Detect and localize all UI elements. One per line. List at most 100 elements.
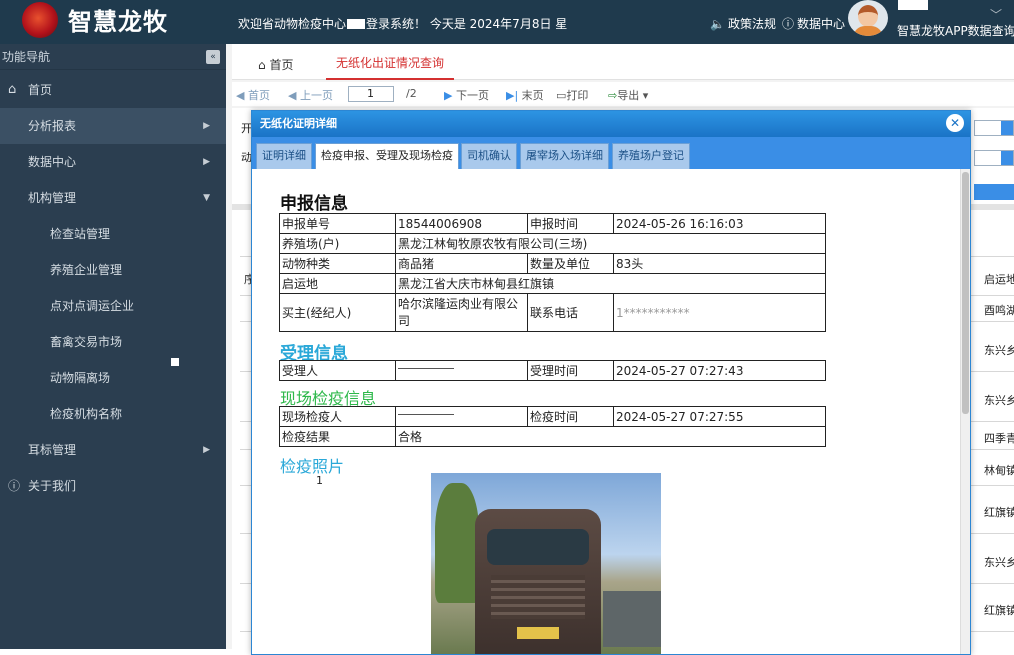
species-value: 商品猪 bbox=[395, 253, 528, 274]
report-no-value: 18544006908 bbox=[395, 213, 528, 234]
sidebar-item-data-center[interactable]: 数据中心 ▶ bbox=[0, 144, 226, 180]
filter-select-2[interactable] bbox=[974, 150, 1014, 166]
inspector-label: 现场检疫人 bbox=[279, 406, 396, 427]
photo-heading: 检疫照片 bbox=[280, 457, 345, 476]
search-button[interactable] bbox=[974, 184, 1014, 200]
nav-policy[interactable]: 🔈 政策法规 bbox=[710, 15, 776, 32]
report-no-label: 申报单号 bbox=[279, 213, 396, 234]
sidebar-item-analysis[interactable]: 分析报表 ▶ bbox=[0, 108, 226, 144]
redacted-name bbox=[398, 363, 454, 375]
welcome-message: 欢迎省动物检疫中心 登录系统！ 今天是 2024年7月8日 星 bbox=[238, 15, 567, 32]
origin-value: 黑龙江省大庆市林甸县红旗镇 bbox=[395, 273, 826, 294]
pagination-toolbar: ◀ 首页 ◀ 上一页 1 /2 ▶ 下一页 ▶| 末页 ▭打印 ⇨导出 ▾ bbox=[232, 82, 1014, 106]
tab-paperless-query[interactable]: 无纸化出证情况查询 bbox=[326, 44, 454, 80]
tab-slaughterhouse-entry[interactable]: 屠宰场入场详细 bbox=[520, 143, 609, 169]
origin-cell: 红旗镇先 bbox=[984, 506, 1014, 519]
sidebar-item-ear-tag[interactable]: 耳标管理 ▶ bbox=[0, 432, 226, 468]
printer-icon: ▭ bbox=[556, 89, 567, 102]
sidebar-item-p2p-enterprise[interactable]: 点对点调运企业 bbox=[0, 288, 226, 324]
field-quarantine-table: 现场检疫人 检疫时间 2024-05-27 07:27:55 检疫结果 合格 bbox=[279, 406, 826, 447]
sidebar-item-label: 畜禽交易市场 bbox=[50, 335, 123, 349]
dialog-tab-bar: 证明详细 检疫申报、受理及现场检疫 司机确认 屠宰场入场详细 养殖场户登记 bbox=[252, 137, 970, 169]
sidebar-item-label: 检疫机构名称 bbox=[50, 407, 123, 421]
farm-label: 养殖场(户) bbox=[279, 233, 396, 254]
origin-cell: 酉鸣湖镇 bbox=[984, 304, 1014, 317]
nav-data-center[interactable]: ⓘ 数据中心 bbox=[782, 15, 845, 32]
quantity-value: 83头 bbox=[613, 253, 826, 274]
last-page-button[interactable]: ▶| 末页 bbox=[506, 87, 544, 103]
chevron-right-icon: ▶ bbox=[203, 445, 210, 455]
next-page-button[interactable]: ▶ 下一页 bbox=[444, 87, 489, 103]
user-avatar[interactable] bbox=[848, 0, 888, 36]
origin-label: 启运地 bbox=[279, 273, 396, 294]
tab-certificate-detail[interactable]: 证明详细 bbox=[256, 143, 312, 169]
sidebar-item-label: 动物隔离场 bbox=[50, 371, 111, 385]
logo-icon bbox=[22, 2, 58, 38]
origin-cell: 东兴乡新 bbox=[984, 556, 1014, 569]
sidebar-item-label: 点对点调运企业 bbox=[50, 299, 135, 313]
mouse-cursor bbox=[171, 358, 179, 366]
chevron-down-icon: ▼ bbox=[203, 193, 210, 203]
prev-page-button[interactable]: ◀ 上一页 bbox=[288, 87, 333, 103]
app-data-query-link[interactable]: 智慧龙牧APP数据查询 bbox=[897, 22, 1014, 39]
sidebar-item-label: 耳标管理 bbox=[28, 443, 77, 457]
table-row: 检疫结果 合格 bbox=[279, 426, 826, 447]
result-value: 合格 bbox=[395, 426, 826, 447]
top-bar: 智慧龙牧 欢迎省动物检疫中心 登录系统！ 今天是 2024年7月8日 星 🔈 政策法… bbox=[0, 0, 1014, 44]
tab-home[interactable]: ⌂ 首页 bbox=[258, 56, 293, 73]
origin-cell: 林甸镇巨 bbox=[984, 464, 1014, 477]
report-heading: 申报信息 bbox=[280, 194, 348, 214]
origin-cell: 四季青镇 bbox=[984, 432, 1014, 445]
farm-value: 黑龙江林甸牧原农牧有限公司(三场) bbox=[395, 233, 826, 254]
tab-farm-registration[interactable]: 养殖场户登记 bbox=[612, 143, 690, 169]
sidebar-item-home[interactable]: ⌂ 首页 bbox=[0, 72, 226, 108]
home-icon: ⌂ bbox=[258, 58, 270, 72]
sidebar-item-isolation-site[interactable]: 动物隔离场 bbox=[0, 360, 226, 396]
buyer-label: 买主(经纪人) bbox=[279, 293, 396, 332]
tab-quarantine-report[interactable]: 检疫申报、受理及现场检疫 bbox=[315, 143, 459, 169]
table-row: 受理人 受理时间 2024-05-27 07:27:43 bbox=[279, 360, 826, 381]
dialog-scrollbar[interactable] bbox=[960, 169, 970, 654]
redacted-username bbox=[898, 0, 928, 10]
inspect-time-value: 2024-05-27 07:27:55 bbox=[613, 406, 826, 427]
last-page-label: 末页 bbox=[521, 89, 544, 102]
export-button[interactable]: ⇨导出 ▾ bbox=[608, 87, 648, 103]
sidebar-item-checkpoint[interactable]: 检查站管理 bbox=[0, 216, 226, 252]
close-icon[interactable]: ✕ bbox=[946, 114, 964, 132]
sidebar-item-livestock-market[interactable]: 畜禽交易市场 bbox=[0, 324, 226, 360]
table-row: 现场检疫人 检疫时间 2024-05-27 07:27:55 bbox=[279, 406, 826, 427]
sidebar-item-farm-enterprise[interactable]: 养殖企业管理 bbox=[0, 252, 226, 288]
tab-home-label: 首页 bbox=[269, 58, 294, 72]
certificate-detail-dialog: 无纸化证明详细 ✕ 证明详细 检疫申报、受理及现场检疫 司机确认 屠宰场入场详细… bbox=[251, 110, 971, 655]
quantity-label: 数量及单位 bbox=[527, 253, 614, 274]
sidebar-item-label: 关于我们 bbox=[28, 479, 77, 493]
first-page-button[interactable]: ◀ 首页 bbox=[236, 87, 270, 103]
chevron-down-icon[interactable]: ﹀ bbox=[990, 6, 1002, 23]
dialog-body: 申报信息 申报单号 18544006908 申报时间 2024-05-26 16… bbox=[252, 169, 960, 654]
print-button[interactable]: ▭打印 bbox=[556, 87, 588, 103]
sidebar-item-quarantine-org[interactable]: 检疫机构名称 bbox=[0, 396, 226, 432]
sidebar-item-org-mgmt[interactable]: 机构管理 ▼ bbox=[0, 180, 226, 216]
quarantine-photo[interactable] bbox=[431, 473, 661, 654]
report-time-label: 申报时间 bbox=[527, 213, 614, 234]
play-icon: ▶ bbox=[444, 89, 453, 102]
filter-select-1[interactable] bbox=[974, 120, 1014, 136]
prev-page-label: 上一页 bbox=[299, 89, 333, 102]
sidebar-item-label: 数据中心 bbox=[28, 155, 77, 169]
print-label: 打印 bbox=[566, 89, 589, 102]
last-icon: ▶| bbox=[506, 89, 519, 102]
scroll-thumb[interactable] bbox=[962, 172, 969, 414]
report-time-value: 2024-05-26 16:16:03 bbox=[613, 213, 826, 234]
sidebar-header: 功能导航 « bbox=[0, 44, 226, 70]
table-row: 申报单号 18544006908 申报时间 2024-05-26 16:16:0… bbox=[279, 213, 826, 234]
next-page-label: 下一页 bbox=[455, 89, 489, 102]
sidebar-item-about[interactable]: ⓘ 关于我们 bbox=[0, 468, 226, 504]
page-number-input[interactable]: 1 bbox=[348, 86, 394, 102]
report-table: 申报单号 18544006908 申报时间 2024-05-26 16:16:0… bbox=[279, 213, 826, 332]
tab-driver-confirm[interactable]: 司机确认 bbox=[461, 143, 517, 169]
acceptance-table: 受理人 受理时间 2024-05-27 07:27:43 bbox=[279, 360, 826, 381]
collapse-icon[interactable]: « bbox=[206, 50, 220, 64]
phone-value: 1*********** bbox=[613, 293, 826, 332]
origin-cell: 红旗镇先 bbox=[984, 604, 1014, 617]
tab-bar: ⌂ 首页 无纸化出证情况查询 bbox=[232, 44, 1014, 80]
